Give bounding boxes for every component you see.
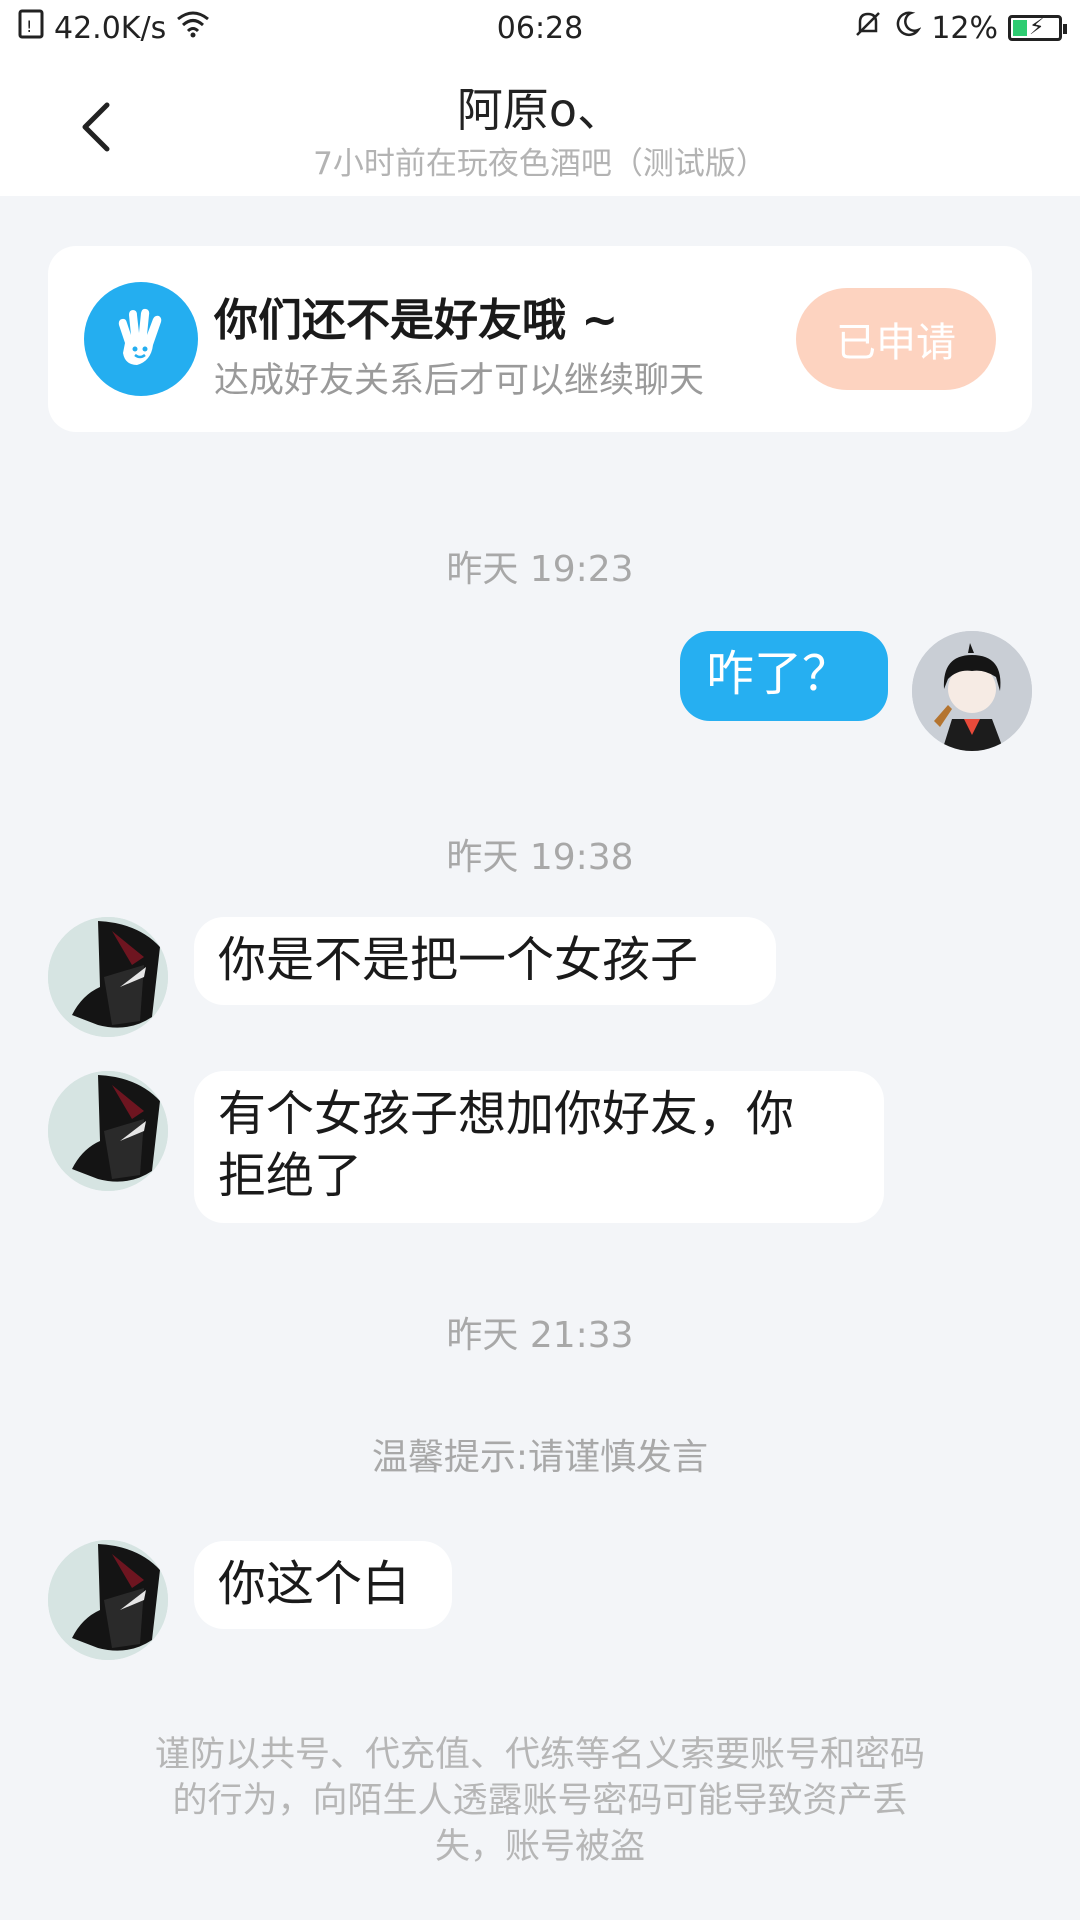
- security-warning: 谨防以共号、代充值、代练等名义索要账号和密码 的行为，向陌生人透露账号密码可能导…: [90, 1732, 990, 1870]
- wifi-icon: [176, 10, 210, 46]
- status-bar: ! 42.0K/s 06:28 12% ⚡: [0, 0, 1080, 56]
- network-speed: 42.0K/s: [54, 10, 167, 46]
- message-bubble-other[interactable]: 有个女孩子想加你好友，你 拒绝了: [194, 1071, 884, 1223]
- time-divider: 昨天 21:33: [446, 1315, 634, 1356]
- svg-text:!: !: [26, 17, 32, 36]
- message-line: 有个女孩子想加你好友，你: [218, 1086, 795, 1142]
- safety-tip: 温馨提示:请谨慎发言: [371, 1437, 709, 1478]
- contact-avatar[interactable]: [48, 917, 168, 1037]
- self-avatar[interactable]: [912, 631, 1032, 751]
- message-bubble-other[interactable]: 你是不是把一个女孩子: [194, 917, 776, 1005]
- warning-line: 的行为，向陌生人透露账号密码可能导致资产丢: [172, 1781, 908, 1821]
- waving-hand-icon: [84, 282, 198, 396]
- contact-avatar[interactable]: [48, 1071, 168, 1191]
- time-divider: 昨天 19:38: [446, 837, 634, 878]
- friend-request-card: 你们还不是好友哦 ~ 达成好友关系后才可以继续聊天 已申请: [48, 246, 1032, 432]
- battery-percent: 12%: [931, 10, 998, 46]
- sim-icon: !: [18, 9, 44, 47]
- mute-bell-icon: [853, 9, 883, 47]
- message-line: 拒绝了: [218, 1148, 363, 1204]
- friend-card-title: 你们还不是好友哦 ~: [214, 295, 619, 346]
- message-bubble-other[interactable]: 你这个白: [194, 1541, 452, 1629]
- warning-line: 失，账号被盗: [434, 1827, 645, 1867]
- contact-status: 7小时前在玩夜色酒吧（测试版）: [313, 146, 767, 182]
- warning-line: 谨防以共号、代充值、代练等名义索要账号和密码: [154, 1735, 925, 1775]
- message-bubble-self[interactable]: 咋了？: [680, 631, 888, 721]
- friend-card-description: 达成好友关系后才可以继续聊天: [214, 361, 705, 401]
- moon-icon: [893, 10, 922, 46]
- applied-button[interactable]: 已申请: [796, 288, 996, 390]
- chat-header: 阿原o、 7小时前在玩夜色酒吧（测试版）: [0, 56, 1080, 196]
- status-right: 12% ⚡: [853, 9, 1067, 47]
- status-left: ! 42.0K/s: [18, 9, 210, 47]
- contact-name: 阿原o、: [456, 83, 624, 137]
- battery-icon: ⚡: [1008, 15, 1067, 41]
- time-divider: 昨天 19:23: [446, 549, 634, 590]
- contact-avatar[interactable]: [48, 1540, 168, 1660]
